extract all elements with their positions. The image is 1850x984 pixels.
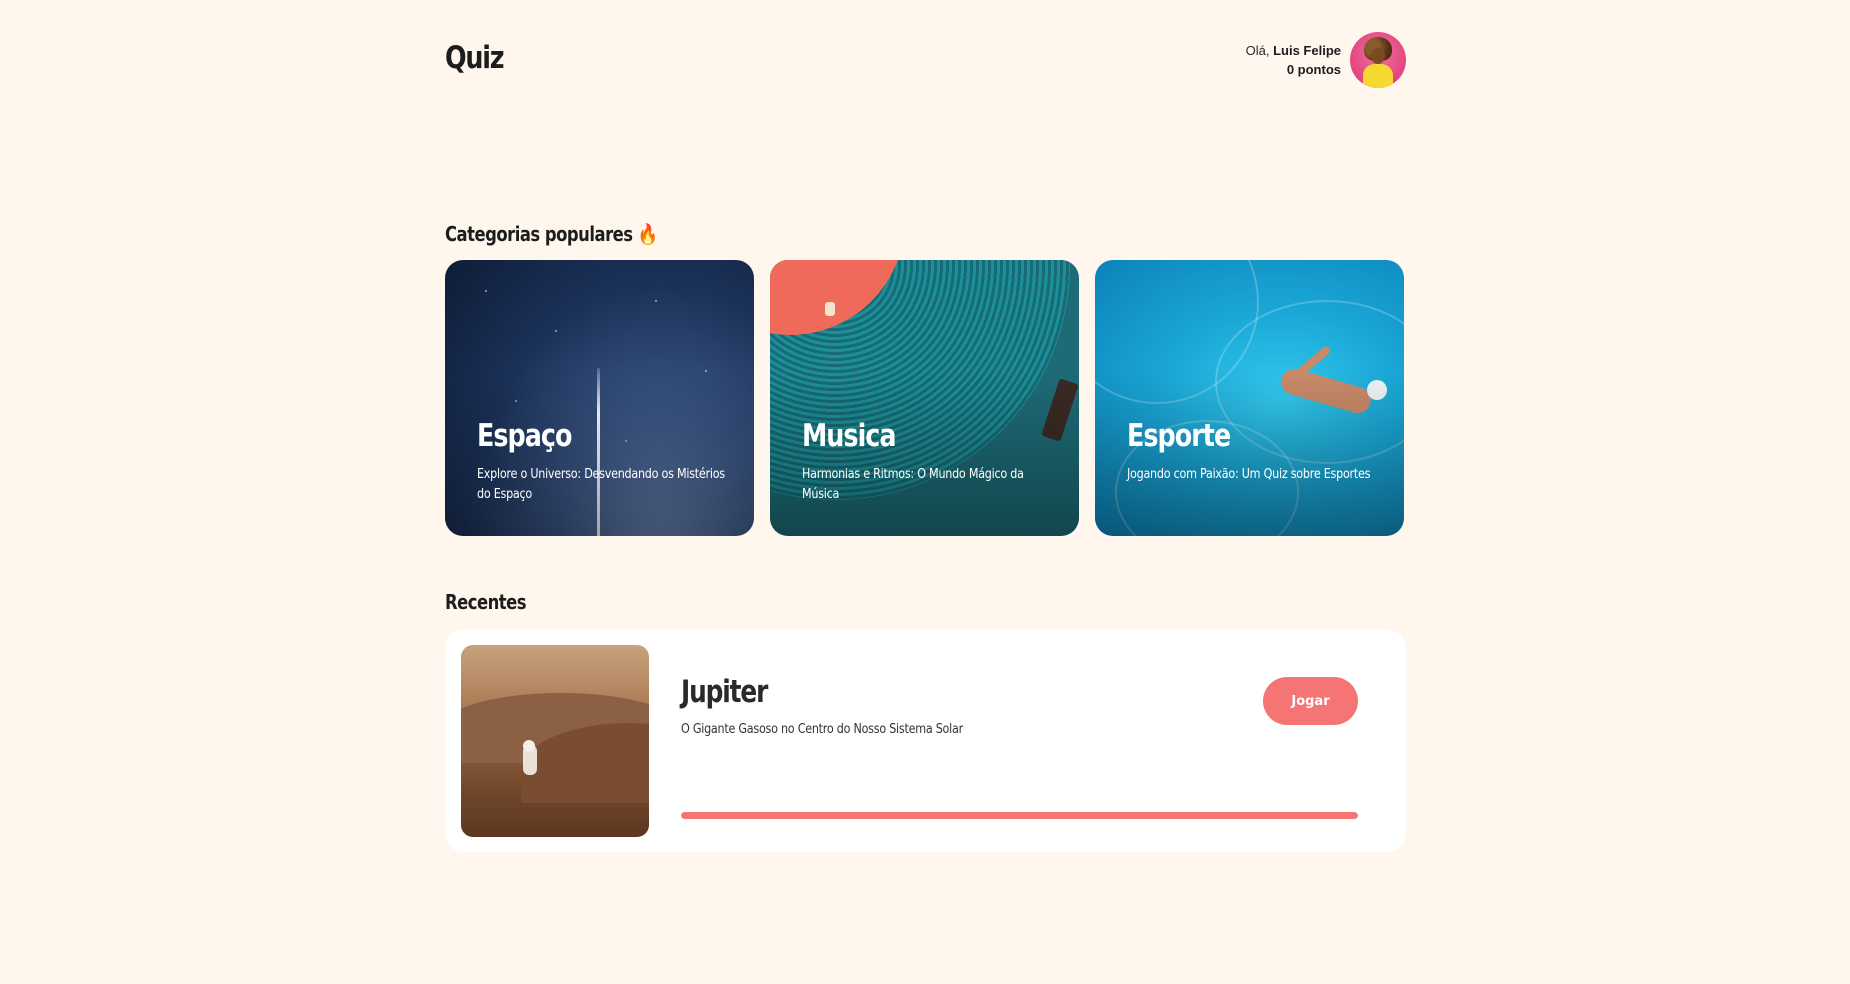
user-greeting: Olá, Luis Felipe (1246, 41, 1341, 60)
recent-title: Recentes (445, 590, 527, 614)
user-points: 0 pontos (1286, 62, 1341, 77)
recent-quiz-image (461, 645, 649, 837)
category-title: Esporte (1127, 418, 1231, 454)
quiz-progress-bar (681, 812, 1358, 819)
category-description: Jogando com Paixão: Um Quiz sobre Esport… (1127, 467, 1371, 482)
avatar-face (1371, 48, 1385, 64)
popular-categories-title: Categorias populares 🔥 (445, 222, 658, 246)
avatar-shirt (1363, 64, 1393, 88)
user-text: Olá, Luis Felipe 0 pontos (1246, 41, 1341, 79)
category-description: Explore o Universo: Desvendando os Misté… (477, 467, 725, 502)
category-card-espaco[interactable]: Espaço Explore o Universo: Desvendando o… (445, 260, 754, 536)
recent-quiz-title: Jupiter (681, 674, 768, 710)
category-cards: Espaço Explore o Universo: Desvendando o… (445, 260, 1406, 536)
recent-quiz-card: Jupiter O Gigante Gasoso no Centro do No… (445, 630, 1406, 852)
app-logo[interactable]: Quiz (445, 40, 505, 76)
play-button[interactable]: Jogar (1263, 677, 1358, 725)
greeting-label: Olá, (1245, 43, 1270, 58)
user-name: Luis Felipe (1273, 43, 1341, 58)
recent-quiz-description: O Gigante Gasoso no Centro do Nosso Sist… (681, 722, 963, 737)
fire-icon: 🔥 (637, 222, 658, 246)
category-card-esporte[interactable]: Esporte Jogando com Paixão: Um Quiz sobr… (1095, 260, 1404, 536)
quiz-progress-fill (681, 812, 1358, 819)
category-description: Harmonias e Ritmos: O Mundo Mágico da Mú… (802, 467, 1024, 502)
avatar[interactable] (1350, 32, 1406, 88)
page-container: Quiz Olá, Luis Felipe 0 pontos Categoria… (445, 0, 1406, 984)
category-card-musica[interactable]: Musica Harmonias e Ritmos: O Mundo Mágic… (770, 260, 1079, 536)
category-title: Espaço (477, 418, 572, 454)
user-info: Olá, Luis Felipe 0 pontos (1246, 32, 1406, 88)
category-title: Musica (802, 418, 897, 454)
